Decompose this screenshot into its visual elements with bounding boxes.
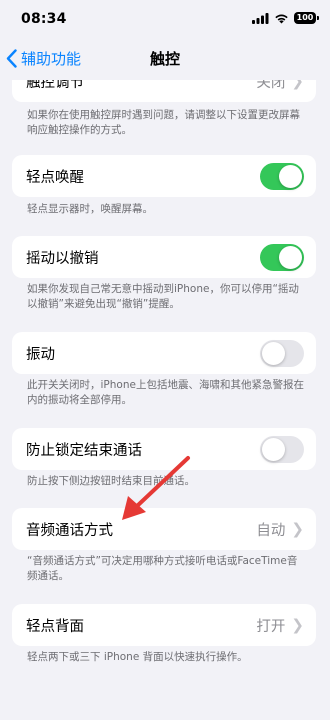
- status-bar: 08:34 100: [0, 0, 330, 36]
- prevent-lock-row: 防止锁定结束通话: [12, 428, 316, 470]
- touch-adjust-card: 触控调节 关闭 ❯: [12, 80, 316, 102]
- back-tap-value: 打开: [256, 618, 286, 635]
- chevron-right-icon: ❯: [291, 616, 304, 634]
- shake-to-undo-label: 摇动以撤销: [26, 250, 99, 267]
- chevron-right-icon: ❯: [291, 80, 304, 90]
- shake-to-undo-row: 摇动以撤销: [12, 236, 316, 278]
- back-tap-label: 轻点背面: [26, 618, 84, 635]
- call-audio-value: 自动: [256, 522, 286, 539]
- touch-adjust-value: 关闭: [256, 80, 286, 91]
- status-icons: 100: [252, 12, 319, 24]
- tap-to-wake-label: 轻点唤醒: [26, 169, 84, 186]
- call-audio-row[interactable]: 音频通话方式 自动 ❯: [12, 508, 316, 550]
- vibration-toggle[interactable]: [260, 339, 304, 367]
- shake-to-undo-footer: 如果你发现自己常无意中摇动到iPhone，你可以停用“摇动以撤销”来避免出现“撤…: [27, 283, 299, 310]
- touch-adjust-footer: 如果你在使用触控屏时遇到问题，请调整以下设置更改屏幕响应触控操作的方式。: [27, 109, 300, 136]
- chevron-right-icon: ❯: [291, 520, 304, 538]
- touch-adjust-row[interactable]: 触控调节 关闭 ❯: [12, 80, 316, 102]
- nav-bar: 辅助功能 触控: [0, 36, 330, 80]
- call-audio-footer: “音频通话方式”可决定用哪种方式接听电话或FaceTime音频通话。: [27, 555, 298, 582]
- battery-icon: 100: [294, 12, 319, 24]
- prevent-lock-label: 防止锁定结束通话: [26, 442, 142, 459]
- page-title: 触控: [149, 50, 180, 68]
- shake-to-undo-toggle[interactable]: [260, 243, 304, 271]
- vibration-card: 振动: [12, 332, 316, 374]
- tap-to-wake-row: 轻点唤醒: [12, 155, 316, 197]
- status-time: 08:34: [21, 11, 67, 27]
- toggle-knob: [262, 341, 285, 365]
- call-audio-label: 音频通话方式: [26, 522, 113, 539]
- cellular-signal-icon: [252, 12, 269, 24]
- prevent-lock-toggle[interactable]: [260, 435, 304, 463]
- call-audio-card: 音频通话方式 自动 ❯: [12, 508, 316, 550]
- vibration-label: 振动: [26, 346, 55, 363]
- tap-to-wake-footer: 轻点显示器时，唤醒屏幕。: [27, 203, 153, 215]
- prevent-lock-footer: 防止按下侧边按钮时结束目前通话。: [27, 475, 195, 487]
- toggle-knob: [262, 437, 285, 461]
- settings-list[interactable]: 触控调节 关闭 ❯ 如果你在使用触控屏时遇到问题，请调整以下设置更改屏幕响应触控…: [0, 80, 330, 720]
- back-tap-footer: 轻点两下或三下 iPhone 背面以快速执行操作。: [27, 651, 248, 663]
- shake-to-undo-card: 摇动以撤销: [12, 236, 316, 278]
- touch-adjust-label: 触控调节: [26, 80, 84, 91]
- vibration-row: 振动: [12, 332, 316, 374]
- tap-to-wake-card: 轻点唤醒: [12, 155, 316, 197]
- toggle-knob: [279, 164, 302, 188]
- tap-to-wake-toggle[interactable]: [260, 162, 304, 190]
- back-tap-card: 轻点背面 打开 ❯: [12, 604, 316, 646]
- back-tap-row[interactable]: 轻点背面 打开 ❯: [12, 604, 316, 646]
- prevent-lock-card: 防止锁定结束通话: [12, 428, 316, 470]
- vibration-footer: 此开关关闭时，iPhone上包括地震、海啸和其他紧急警报在内的振动将全部停用。: [27, 379, 304, 406]
- wifi-icon: [275, 14, 288, 23]
- toggle-knob: [279, 245, 302, 269]
